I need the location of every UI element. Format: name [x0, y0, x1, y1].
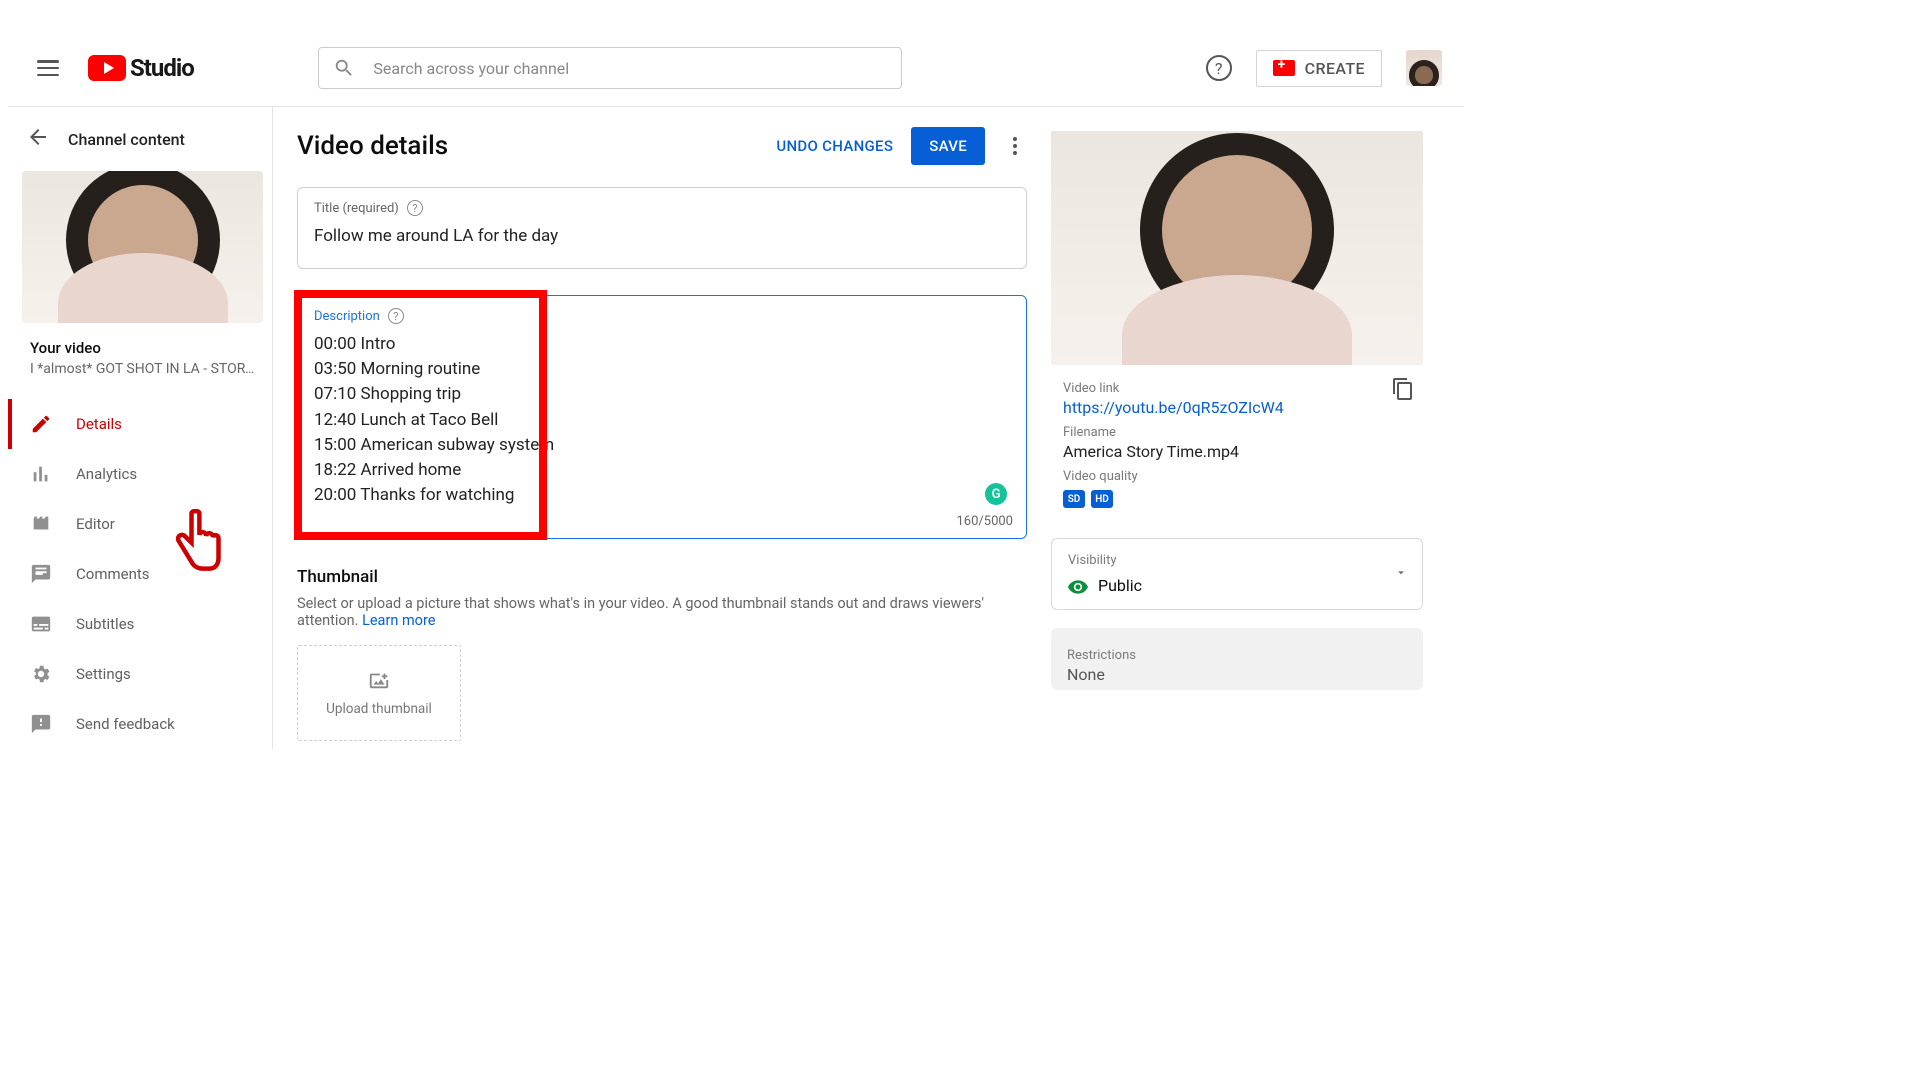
sidebar-item-subtitles[interactable]: Subtitles — [8, 599, 272, 649]
sidebar-item-feedback[interactable]: Send feedback — [8, 699, 272, 749]
visibility-value: Public — [1098, 576, 1142, 595]
studio-logo[interactable]: Studio — [88, 54, 194, 82]
create-icon — [1273, 60, 1295, 76]
sidebar-item-label: Details — [76, 415, 122, 433]
main-content: Video details UNDO CHANGES SAVE Title (r… — [273, 107, 1464, 749]
sidebar-video-title: I *almost* GOT SHOT IN LA - STORY ... — [8, 361, 272, 393]
learn-more-link[interactable]: Learn more — [362, 612, 435, 629]
filename-value: America Story Time.mp4 — [1063, 442, 1423, 461]
gear-icon — [30, 663, 52, 685]
restrictions-label: Restrictions — [1067, 648, 1407, 663]
subtitles-icon — [30, 613, 52, 635]
analytics-icon — [30, 463, 52, 485]
upload-thumbnail-button[interactable]: Upload thumbnail — [297, 645, 461, 741]
search-icon — [333, 57, 355, 79]
sidebar-item-settings[interactable]: Settings — [8, 649, 272, 699]
title-label: Title (required) — [314, 201, 399, 216]
hamburger-icon — [37, 60, 59, 76]
comments-icon — [30, 563, 52, 585]
visibility-public-icon — [1068, 579, 1088, 593]
sidebar-item-label: Comments — [76, 565, 150, 583]
description-label: Description — [314, 309, 380, 324]
visibility-label: Visibility — [1068, 553, 1406, 568]
more-options-button[interactable] — [1003, 134, 1027, 158]
back-button[interactable] — [26, 125, 50, 153]
menu-button[interactable] — [24, 44, 72, 92]
image-add-icon — [366, 669, 392, 691]
sidebar-item-label: Settings — [76, 665, 131, 683]
visibility-dropdown[interactable]: Visibility Public — [1051, 538, 1423, 610]
video-link-label: Video link — [1063, 381, 1377, 396]
search-input[interactable]: Search across your channel — [318, 47, 902, 89]
help-icon[interactable]: ? — [388, 308, 404, 324]
description-field[interactable]: Description ? 00:00 Intro 03:50 Morning … — [297, 295, 1027, 539]
clapper-icon — [30, 513, 52, 535]
sidebar-item-analytics[interactable]: Analytics — [8, 449, 272, 499]
title-input-value: Follow me around LA for the day — [314, 226, 1010, 246]
help-button[interactable]: ? — [1206, 55, 1232, 81]
upload-thumbnail-label: Upload thumbnail — [326, 701, 432, 717]
logo-text: Studio — [130, 54, 194, 82]
sidebar-item-label: Editor — [76, 515, 115, 533]
sidebar-item-editor[interactable]: Editor — [8, 499, 272, 549]
video-preview-player[interactable] — [1051, 131, 1423, 365]
feedback-icon — [30, 713, 52, 735]
title-field[interactable]: Title (required) ? Follow me around LA f… — [297, 187, 1027, 269]
account-avatar[interactable] — [1406, 50, 1442, 86]
sd-badge: SD — [1063, 490, 1085, 508]
search-placeholder: Search across your channel — [373, 59, 569, 78]
copy-link-button[interactable] — [1391, 377, 1415, 401]
breadcrumb: Channel content — [68, 130, 185, 149]
sidebar: Channel content Your video I *almost* GO… — [8, 107, 273, 749]
sidebar-item-label: Analytics — [76, 465, 137, 483]
hd-badge: HD — [1091, 490, 1113, 508]
youtube-play-icon — [88, 55, 126, 81]
page-title: Video details — [297, 131, 448, 161]
chevron-down-icon — [1394, 565, 1408, 584]
save-button[interactable]: SAVE — [911, 127, 985, 165]
thumbnail-heading: Thumbnail — [297, 567, 1027, 587]
undo-changes-button[interactable]: UNDO CHANGES — [776, 137, 893, 155]
filename-label: Filename — [1063, 425, 1423, 440]
sidebar-item-details[interactable]: Details — [8, 399, 272, 449]
create-button[interactable]: CREATE — [1256, 50, 1382, 87]
restrictions-card[interactable]: Restrictions None — [1051, 628, 1423, 690]
sidebar-item-comments[interactable]: Comments — [8, 549, 272, 599]
thumbnail-help: Select or upload a picture that shows wh… — [297, 595, 1027, 629]
help-icon[interactable]: ? — [407, 200, 423, 216]
char-counter: 160/5000 — [956, 514, 1013, 529]
video-link[interactable]: https://youtu.be/0qR5zOZIcW4 — [1063, 398, 1377, 417]
copy-icon — [1391, 377, 1415, 401]
sidebar-item-label: Send feedback — [76, 715, 175, 733]
arrow-left-icon — [26, 125, 50, 149]
description-textarea[interactable]: 00:00 Intro 03:50 Morning routine 07:10 … — [314, 332, 1010, 508]
your-video-label: Your video — [8, 331, 272, 361]
restrictions-value: None — [1067, 665, 1407, 684]
top-bar: Studio Search across your channel ? CREA… — [8, 30, 1464, 106]
pencil-icon — [30, 413, 52, 435]
video-info-panel: Video link https://youtu.be/0qR5zOZIcW4 … — [1051, 127, 1423, 749]
video-quality-label: Video quality — [1063, 469, 1423, 484]
sidebar-item-label: Subtitles — [76, 615, 134, 633]
sidebar-video-thumbnail[interactable] — [22, 171, 263, 323]
create-label: CREATE — [1305, 59, 1365, 78]
